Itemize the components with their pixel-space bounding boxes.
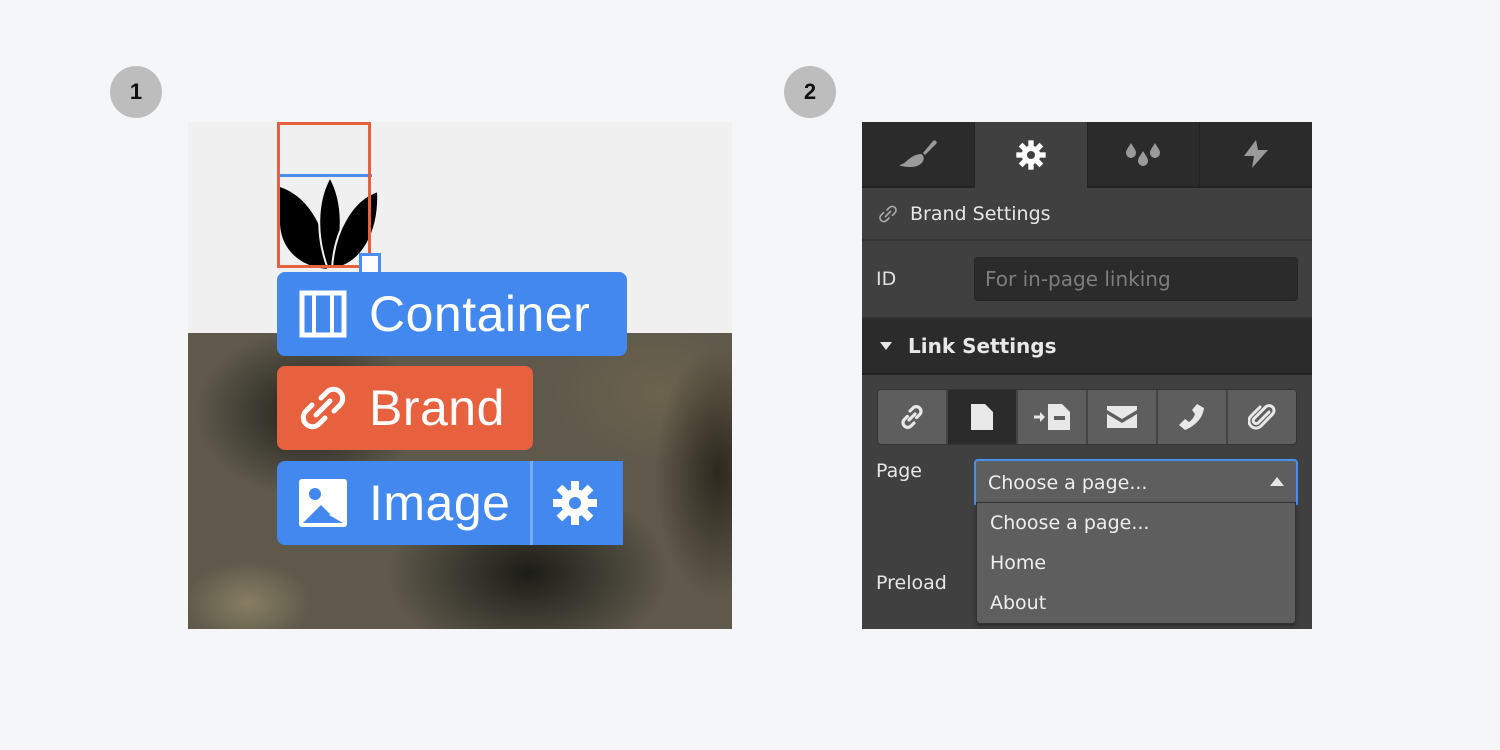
step-badge-2: 2	[784, 66, 836, 118]
settings-panel: Brand Settings ID Link Settings Page Cho…	[862, 122, 1312, 629]
link-type-url[interactable]	[878, 390, 948, 444]
caret-up-icon	[1270, 477, 1284, 486]
element-tag-container[interactable]: Container	[277, 272, 627, 356]
container-tag-label: Container	[369, 286, 591, 342]
link-type-section[interactable]	[1018, 390, 1088, 444]
element-settings-header: Brand Settings	[862, 188, 1312, 241]
link-type-file[interactable]	[1228, 390, 1296, 444]
link-settings-title: Link Settings	[908, 334, 1057, 358]
link-icon	[879, 205, 897, 222]
designer-canvas[interactable]: Container Brand Image	[188, 122, 732, 629]
id-input[interactable]	[974, 257, 1298, 301]
link-type-selector	[877, 389, 1297, 445]
dropdown-option[interactable]: Choose a page...	[977, 503, 1295, 543]
link-icon	[299, 384, 347, 432]
link-type-email[interactable]	[1088, 390, 1158, 444]
caret-down-icon	[880, 342, 892, 350]
link-type-page[interactable]	[948, 390, 1018, 444]
gear-icon	[1015, 140, 1046, 170]
page-select[interactable]: Choose a page...	[974, 459, 1298, 505]
droplets-icon	[1126, 143, 1161, 166]
envelope-icon	[1107, 406, 1137, 428]
page-select-value: Choose a page...	[988, 472, 1148, 494]
tab-style[interactable]	[862, 122, 975, 188]
image-settings-button[interactable]	[533, 461, 617, 545]
brand-tag-label: Brand	[369, 380, 505, 436]
lightning-icon	[1244, 140, 1269, 168]
page-icon	[971, 404, 993, 430]
tab-style-manager[interactable]	[1087, 122, 1201, 188]
link-settings-header[interactable]: Link Settings	[862, 319, 1312, 375]
phone-icon	[1179, 404, 1204, 430]
section-link-icon	[1034, 404, 1070, 430]
selection-outline	[277, 122, 371, 268]
step-badge-1: 1	[110, 66, 162, 118]
container-icon	[299, 290, 347, 338]
page-dropdown-menu: Choose a page... Home About	[976, 502, 1296, 624]
page-label: Page	[876, 460, 922, 482]
id-row: ID	[862, 241, 1312, 319]
preload-label: Preload	[876, 572, 947, 594]
link-icon	[901, 405, 923, 429]
tab-interactions[interactable]	[1200, 122, 1312, 188]
dropdown-option[interactable]: Home	[977, 543, 1295, 583]
link-type-phone[interactable]	[1158, 390, 1228, 444]
image-icon	[299, 479, 347, 527]
image-tag-label: Image	[369, 475, 511, 531]
section-title: Brand Settings	[910, 202, 1051, 225]
tab-settings[interactable]	[974, 122, 1088, 188]
panel-tabs	[862, 122, 1312, 188]
id-label: ID	[876, 268, 897, 290]
gear-icon	[553, 481, 598, 525]
element-tag-image[interactable]: Image	[277, 461, 623, 545]
paintbrush-icon	[898, 140, 937, 167]
dropdown-option[interactable]: About	[977, 583, 1295, 623]
element-tag-brand[interactable]: Brand	[277, 366, 533, 450]
paperclip-icon	[1248, 404, 1276, 430]
